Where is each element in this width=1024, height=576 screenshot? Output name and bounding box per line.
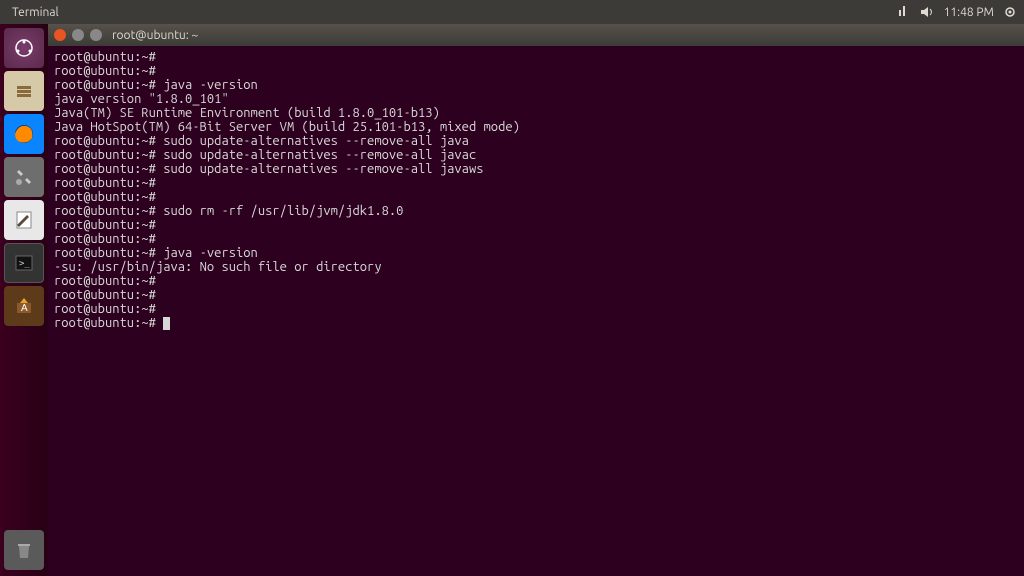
terminal-line: root@ubuntu:~# (54, 288, 1018, 302)
launcher-settings[interactable] (4, 157, 44, 197)
window-maximize-button[interactable] (90, 29, 102, 41)
terminal-content[interactable]: root@ubuntu:~# root@ubuntu:~# root@ubunt… (48, 46, 1024, 576)
terminal-line: root@ubuntu:~# java -version (54, 78, 1018, 92)
topbar-right: 11:48 PM (896, 6, 1016, 19)
terminal-line: root@ubuntu:~# (54, 274, 1018, 288)
launcher-files[interactable] (4, 71, 44, 111)
terminal-line: root@ubuntu:~# (54, 50, 1018, 64)
terminal-line: root@ubuntu:~# sudo update-alternatives … (54, 148, 1018, 162)
terminal-line: root@ubuntu:~# sudo update-alternatives … (54, 134, 1018, 148)
unity-launcher: >_ A (0, 24, 48, 576)
launcher-firefox[interactable] (4, 114, 44, 154)
volume-icon[interactable] (920, 6, 934, 18)
terminal-line: java version "1.8.0_101" (54, 92, 1018, 106)
launcher-software-updater[interactable]: A (4, 286, 44, 326)
svg-text:>_: >_ (19, 259, 30, 269)
network-icon[interactable] (896, 6, 910, 18)
launcher-text-editor[interactable] (4, 200, 44, 240)
system-topbar: Terminal 11:48 PM (0, 0, 1024, 24)
terminal-line: root@ubuntu:~# (54, 64, 1018, 78)
terminal-line: root@ubuntu:~# (54, 316, 1018, 330)
window-close-button[interactable] (54, 29, 66, 41)
terminal-line: Java(TM) SE Runtime Environment (build 1… (54, 106, 1018, 120)
terminal-line: -su: /usr/bin/java: No such file or dire… (54, 260, 1018, 274)
launcher-trash[interactable] (4, 530, 44, 570)
terminal-line: root@ubuntu:~# (54, 176, 1018, 190)
window-title: root@ubuntu: ~ (112, 29, 198, 42)
terminal-line: root@ubuntu:~# (54, 232, 1018, 246)
terminal-line: root@ubuntu:~# (54, 218, 1018, 232)
terminal-line: Java HotSpot(TM) 64-Bit Server VM (build… (54, 120, 1018, 134)
terminal-line: root@ubuntu:~# (54, 302, 1018, 316)
svg-text:A: A (21, 303, 28, 314)
clock[interactable]: 11:48 PM (944, 6, 994, 19)
launcher-dash[interactable] (4, 28, 44, 68)
terminal-line: root@ubuntu:~# sudo update-alternatives … (54, 162, 1018, 176)
terminal-cursor (163, 317, 170, 330)
terminal-line: root@ubuntu:~# java -version (54, 246, 1018, 260)
topbar-app-title: Terminal (12, 6, 59, 19)
terminal-window: root@ubuntu: ~ root@ubuntu:~# root@ubunt… (48, 24, 1024, 576)
launcher-terminal[interactable]: >_ (4, 243, 44, 283)
window-minimize-button[interactable] (72, 29, 84, 41)
terminal-line: root@ubuntu:~# (54, 190, 1018, 204)
terminal-line: root@ubuntu:~# sudo rm -rf /usr/lib/jvm/… (54, 204, 1018, 218)
window-titlebar[interactable]: root@ubuntu: ~ (48, 24, 1024, 46)
gear-icon[interactable] (1004, 6, 1016, 18)
